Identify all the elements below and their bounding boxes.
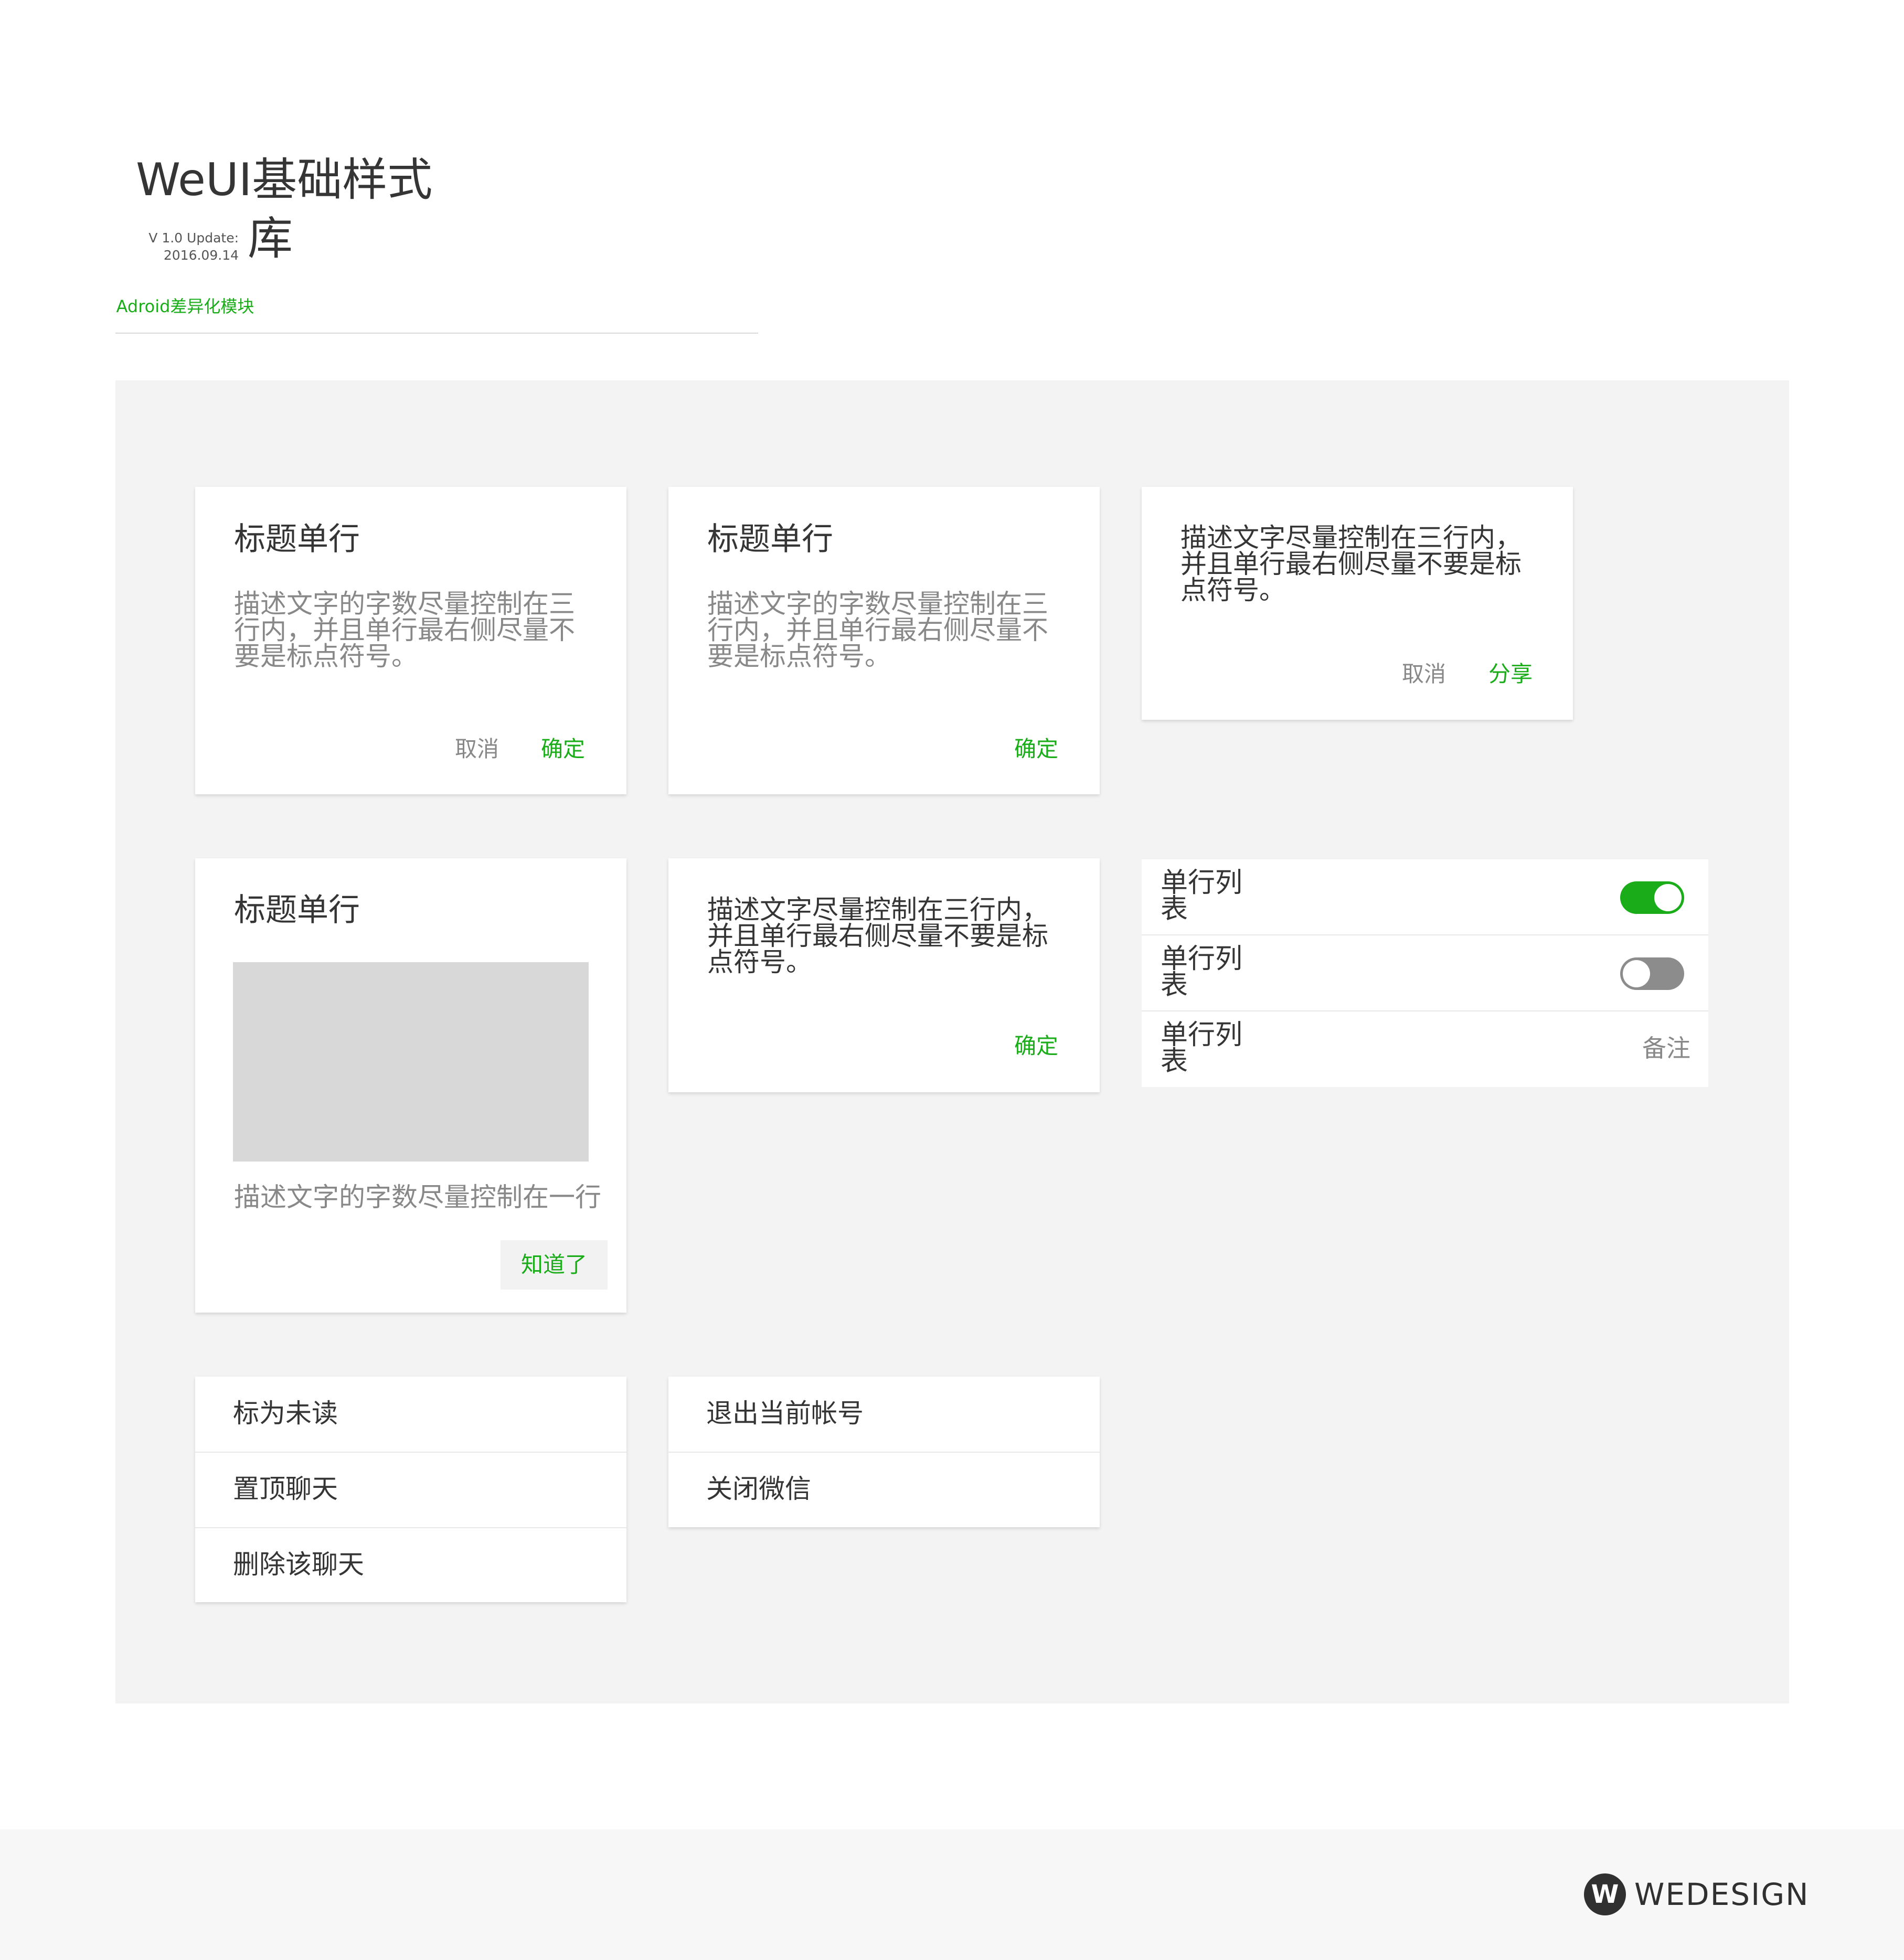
dialog-title: 标题单行 xyxy=(234,521,360,558)
menu-item-logout[interactable]: 退出当前帐号 xyxy=(668,1377,1100,1453)
dialog-description: 描述文字尽量控制在三行内，并且单行最右侧尽量不要是标点符号。 xyxy=(1180,523,1522,605)
toggle-switch-on[interactable] xyxy=(1620,881,1684,914)
confirm-button[interactable]: 确定 xyxy=(1014,736,1058,763)
list-item-label: 单行列表 xyxy=(1161,1019,1243,1077)
confirm-button[interactable]: 确定 xyxy=(1014,1032,1058,1060)
confirm-button[interactable]: 确定 xyxy=(541,736,585,763)
cancel-button[interactable]: 取消 xyxy=(1402,661,1446,688)
list-item-note: 备注 xyxy=(1642,1034,1690,1062)
settings-list: 单行列表 单行列表 单行列表 备注 xyxy=(1142,859,1708,1087)
list-item-label: 单行列表 xyxy=(1161,943,1243,1001)
module-label: Adroid差异化模块 xyxy=(116,296,254,316)
dialog-no-title-one-button: 描述文字尽量控制在三行内，并且单行最右侧尽量不要是标点符号。 确定 xyxy=(668,858,1100,1092)
dialog-title-one-button: 标题单行 描述文字的字数尽量控制在三行内，并且单行最右侧尽量不要是标点符号。 确… xyxy=(668,487,1100,794)
menu-item-label: 删除该聊天 xyxy=(233,1549,364,1580)
wedesign-logo-icon: W xyxy=(1584,1873,1626,1915)
action-menu-chat: 标为未读 置顶聊天 删除该聊天 xyxy=(195,1377,626,1602)
page-title: WeUI基础样式 xyxy=(136,154,433,206)
dialog-title-two-buttons: 标题单行 描述文字的字数尽量控制在三行内，并且单行最右侧尽量不要是标点符号。 取… xyxy=(195,487,626,794)
menu-item-mark-unread[interactable]: 标为未读 xyxy=(195,1377,626,1453)
switch-knob xyxy=(1623,960,1650,987)
menu-item-label: 退出当前帐号 xyxy=(706,1398,864,1429)
dialog-with-image: 标题单行 描述文字的字数尽量控制在一行 知道了 xyxy=(195,858,626,1313)
share-button[interactable]: 分享 xyxy=(1488,661,1533,688)
dialog-no-title-two-buttons: 描述文字尽量控制在三行内，并且单行最右侧尽量不要是标点符号。 取消 分享 xyxy=(1142,487,1573,720)
list-item[interactable]: 单行列表 xyxy=(1142,859,1708,935)
list-item[interactable]: 单行列表 xyxy=(1142,935,1708,1011)
page-title-continued: 库 xyxy=(248,212,293,265)
dialog-description: 描述文字的字数尽量控制在三行内，并且单行最右侧尽量不要是标点符号。 xyxy=(707,589,1048,672)
list-item[interactable]: 单行列表 备注 xyxy=(1142,1011,1708,1086)
list-item-label: 单行列表 xyxy=(1161,867,1243,925)
menu-item-pin-chat[interactable]: 置顶聊天 xyxy=(195,1452,626,1528)
image-placeholder xyxy=(233,962,589,1162)
dialog-description: 描述文字的字数尽量控制在三行内，并且单行最右侧尽量不要是标点符号。 xyxy=(234,589,575,672)
menu-item-label: 关闭微信 xyxy=(706,1474,811,1504)
brand-name: WEDESIGN xyxy=(1634,1877,1810,1912)
toggle-switch-off[interactable] xyxy=(1620,957,1684,990)
action-menu-account: 退出当前帐号 关闭微信 xyxy=(668,1377,1100,1527)
version-number: V 1.0 Update: xyxy=(148,230,239,246)
menu-item-delete-chat[interactable]: 删除该聊天 xyxy=(195,1528,626,1603)
menu-item-label: 标为未读 xyxy=(233,1398,338,1429)
dialog-description: 描述文字的字数尽量控制在一行 xyxy=(234,1182,601,1212)
cancel-button[interactable]: 取消 xyxy=(455,736,499,763)
dialog-title: 标题单行 xyxy=(707,521,833,558)
got-it-button[interactable]: 知道了 xyxy=(501,1240,608,1290)
menu-item-close-wechat[interactable]: 关闭微信 xyxy=(668,1452,1100,1527)
dialog-description: 描述文字尽量控制在三行内，并且单行最右侧尽量不要是标点符号。 xyxy=(707,894,1048,977)
dialog-title: 标题单行 xyxy=(234,892,360,929)
update-date: 2016.09.14 xyxy=(163,248,239,263)
switch-knob xyxy=(1654,884,1682,911)
section-divider xyxy=(115,333,758,334)
version-info: V 1.0 Update: 2016.09.14 xyxy=(147,229,239,264)
menu-item-label: 置顶聊天 xyxy=(233,1474,338,1504)
